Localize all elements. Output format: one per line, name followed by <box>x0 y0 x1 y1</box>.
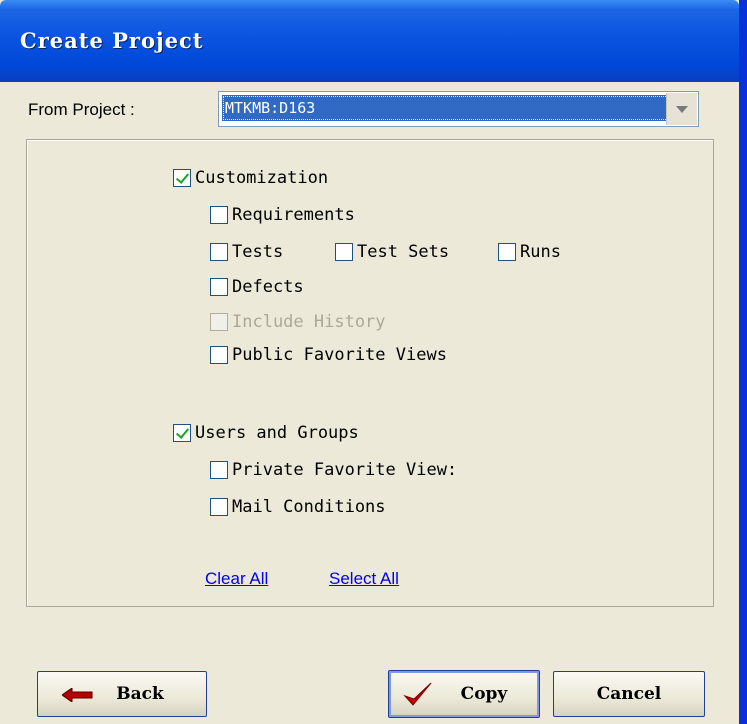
from-project-label: From Project : <box>28 100 135 119</box>
from-project-dropdown[interactable]: MTKMB:D163 <box>218 91 699 127</box>
checkbox-box[interactable] <box>210 498 228 516</box>
checkbox-box[interactable] <box>335 243 353 261</box>
public-favorite-views-label: Public Favorite Views <box>232 345 447 365</box>
checkbox-box <box>210 313 228 331</box>
checkbox-box[interactable] <box>173 169 191 187</box>
requirements-label: Requirements <box>232 205 355 225</box>
select-all-link[interactable]: Select All <box>329 569 399 589</box>
tests-checkbox[interactable]: Tests <box>210 242 283 262</box>
test-sets-checkbox[interactable]: Test Sets <box>335 242 449 262</box>
checkbox-box[interactable] <box>498 243 516 261</box>
mail-conditions-checkbox[interactable]: Mail Conditions <box>210 497 386 517</box>
public-favorite-views-checkbox[interactable]: Public Favorite Views <box>210 345 447 365</box>
left-arrow-icon <box>62 688 93 702</box>
checkbox-box[interactable] <box>210 346 228 364</box>
chevron-down-icon[interactable] <box>666 93 697 125</box>
test-sets-label: Test Sets <box>357 242 450 262</box>
copy-label: Copy <box>460 684 508 704</box>
checkbox-box[interactable] <box>210 206 228 224</box>
runs-label: Runs <box>520 242 561 262</box>
dialog-title: Create Project <box>20 28 204 53</box>
requirements-checkbox[interactable]: Requirements <box>210 205 355 225</box>
include-history-label: Include History <box>232 312 386 332</box>
back-button[interactable]: Back <box>37 671 207 717</box>
checkmark-icon <box>403 682 432 706</box>
options-panel <box>26 139 714 607</box>
checkbox-box[interactable] <box>210 243 228 261</box>
clear-all-link[interactable]: Clear All <box>205 569 268 589</box>
checkbox-box[interactable] <box>173 424 191 442</box>
private-favorite-view-checkbox[interactable]: Private Favorite View: <box>210 460 457 480</box>
title-bar[interactable]: Create Project <box>0 0 739 82</box>
copy-button[interactable]: Copy <box>388 670 540 718</box>
from-project-value: MTKMB:D163 <box>222 95 691 121</box>
include-history-checkbox: Include History <box>210 312 386 332</box>
users-and-groups-label: Users and Groups <box>195 423 359 443</box>
mail-conditions-label: Mail Conditions <box>232 497 386 517</box>
checkbox-box[interactable] <box>210 461 228 479</box>
back-label: Back <box>116 684 164 704</box>
cancel-button[interactable]: Cancel <box>553 671 705 717</box>
customization-label: Customization <box>195 168 329 188</box>
customization-checkbox[interactable]: Customization <box>173 168 328 188</box>
defects-label: Defects <box>232 277 304 297</box>
tests-label: Tests <box>232 242 284 262</box>
cancel-label: Cancel <box>596 684 662 704</box>
runs-checkbox[interactable]: Runs <box>498 242 561 262</box>
defects-checkbox[interactable]: Defects <box>210 277 304 297</box>
create-project-dialog: Create Project From Project : MTKMB:D163… <box>0 0 747 724</box>
private-favorite-view-label: Private Favorite View: <box>232 460 458 480</box>
users-and-groups-checkbox[interactable]: Users and Groups <box>173 423 359 443</box>
checkbox-box[interactable] <box>210 278 228 296</box>
